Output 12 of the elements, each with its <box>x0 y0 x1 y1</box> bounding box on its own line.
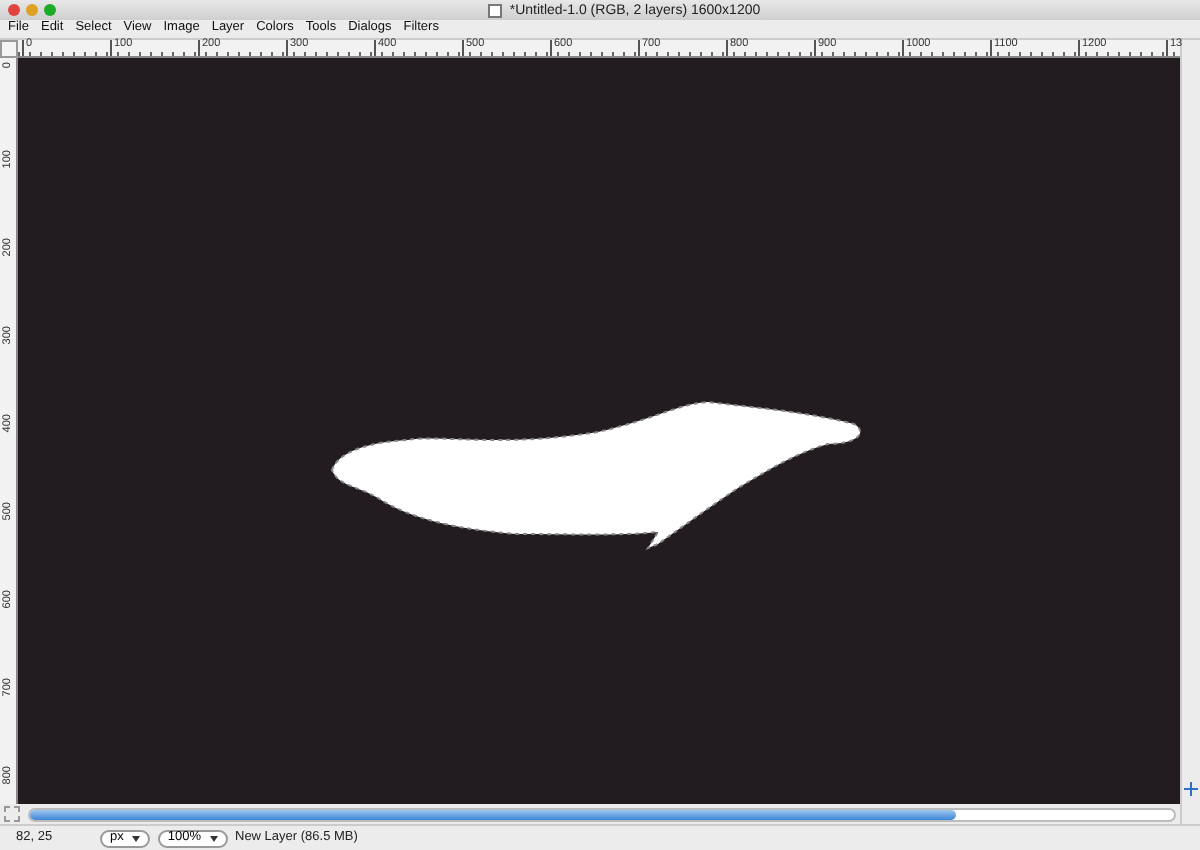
caret-icon <box>131 835 140 841</box>
close-icon[interactable] <box>8 4 20 16</box>
navigation-icon[interactable] <box>1184 782 1198 796</box>
app-icon <box>487 3 502 17</box>
horizontal-scrollbar[interactable] <box>28 807 1176 821</box>
caret-icon <box>209 835 217 841</box>
scrollbar-thumb[interactable] <box>30 809 957 819</box>
navigate-icon[interactable] <box>4 806 20 822</box>
maximize-icon[interactable] <box>44 4 56 16</box>
minimize-icon[interactable] <box>26 4 38 16</box>
quick-mask-icon[interactable] <box>0 40 18 58</box>
image-canvas[interactable] <box>18 58 1180 804</box>
